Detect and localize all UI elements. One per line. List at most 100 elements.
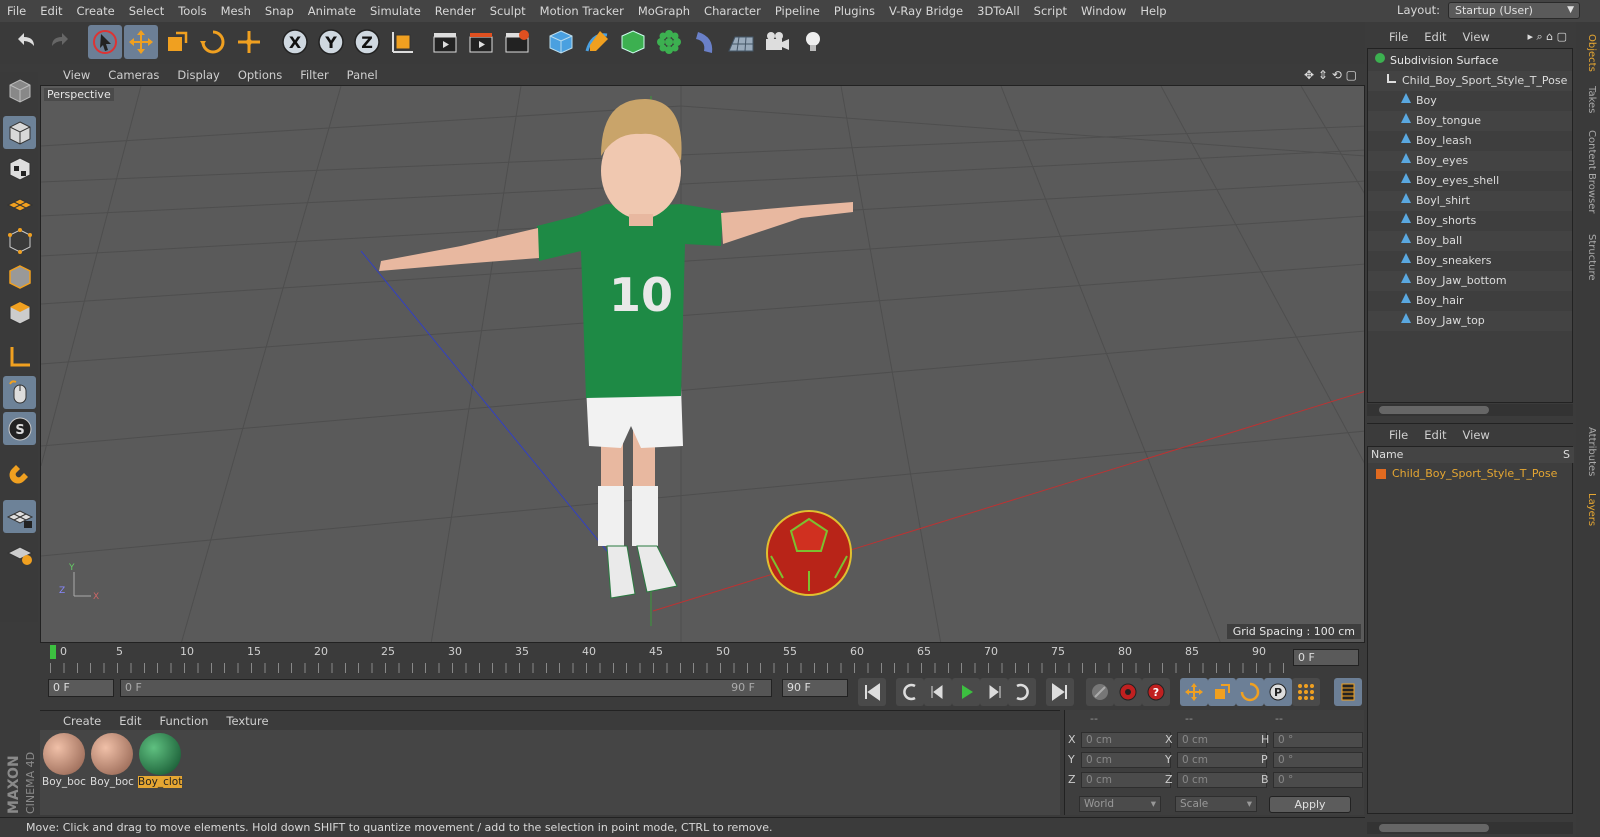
layer-col-name[interactable]: Name bbox=[1371, 448, 1403, 461]
menu-edit[interactable]: Edit bbox=[33, 4, 69, 18]
transform-tool-button[interactable] bbox=[232, 25, 266, 59]
vtab-content-browser[interactable]: Content Browser bbox=[1579, 122, 1597, 222]
material-swatch[interactable]: Boy_boc bbox=[42, 732, 86, 792]
rot-h-field[interactable]: 0 ° bbox=[1273, 732, 1363, 748]
3d-viewport[interactable]: 10 Y X Z Perspective Grid Spacing: 100 … bbox=[40, 85, 1365, 643]
object-menu-edit[interactable]: Edit bbox=[1416, 30, 1454, 44]
play-button[interactable] bbox=[952, 678, 980, 706]
tree-item-subdivision-surface[interactable]: Subdivision Surface bbox=[1368, 51, 1572, 71]
material-swatch[interactable]: Boy_boc bbox=[90, 732, 134, 792]
x-axis-button[interactable]: X bbox=[278, 25, 312, 59]
scrollbar-thumb[interactable] bbox=[1379, 406, 1489, 414]
next-frame-button[interactable] bbox=[980, 678, 1008, 706]
layer-col-s[interactable]: S bbox=[1563, 447, 1570, 463]
menu-script[interactable]: Script bbox=[1027, 4, 1074, 18]
vtab-structure[interactable]: Structure bbox=[1579, 227, 1597, 287]
menu-create[interactable]: Create bbox=[70, 4, 122, 18]
record-position-button[interactable] bbox=[1180, 678, 1208, 706]
redo-button[interactable] bbox=[44, 25, 78, 59]
vtab-layers[interactable]: Layers bbox=[1579, 488, 1597, 532]
menu-help[interactable]: Help bbox=[1133, 4, 1173, 18]
pos-x-field[interactable]: 0 cm bbox=[1081, 732, 1171, 748]
tree-item-object[interactable]: Boy_shorts bbox=[1368, 211, 1572, 231]
tree-item-object[interactable]: Boy bbox=[1368, 91, 1572, 111]
model-mode-button[interactable] bbox=[3, 116, 36, 149]
motion-record-button[interactable] bbox=[1086, 678, 1114, 706]
tree-item-object[interactable]: Boy_tongue bbox=[1368, 111, 1572, 131]
material-swatch[interactable]: Boy_clot bbox=[138, 732, 182, 792]
render-view-button[interactable] bbox=[428, 25, 462, 59]
layer-menu-file[interactable]: File bbox=[1381, 428, 1416, 442]
viewport-menu-cameras[interactable]: Cameras bbox=[99, 68, 168, 82]
live-selection-button[interactable] bbox=[88, 25, 122, 59]
object-toolbar-icons[interactable]: ▸ ⌕ ⌂ ▢ bbox=[1527, 30, 1567, 44]
menu-simulate[interactable]: Simulate bbox=[363, 4, 428, 18]
end-frame-field[interactable]: 90 F bbox=[782, 679, 848, 697]
polygons-mode-button[interactable] bbox=[3, 296, 36, 329]
add-array-button[interactable] bbox=[652, 25, 686, 59]
tree-item-object[interactable]: Boyl_shirt bbox=[1368, 191, 1572, 211]
object-menu-file[interactable]: File bbox=[1381, 30, 1416, 44]
menu-pipeline[interactable]: Pipeline bbox=[768, 4, 827, 18]
object-menu-view[interactable]: View bbox=[1455, 30, 1498, 44]
tree-item-object[interactable]: Boy_sneakers bbox=[1368, 251, 1572, 271]
timeline-ruler[interactable]: 0 5 10 15 20 25 30 35 40 45 50 55 60 65 … bbox=[40, 645, 1365, 673]
texture-mode-button[interactable] bbox=[3, 152, 36, 185]
playhead[interactable] bbox=[50, 645, 56, 659]
record-parameter-button[interactable]: P bbox=[1264, 678, 1292, 706]
add-light-button[interactable] bbox=[796, 25, 830, 59]
pos-z-field[interactable]: 0 cm bbox=[1081, 772, 1171, 788]
vtab-takes[interactable]: Takes bbox=[1579, 82, 1597, 118]
layer-row[interactable]: Child_Boy_Sport_Style_T_Pose bbox=[1368, 465, 1574, 483]
tree-item-object[interactable]: Boy_leash bbox=[1368, 131, 1572, 151]
menu-plugins[interactable]: Plugins bbox=[827, 4, 882, 18]
record-scale-button[interactable] bbox=[1208, 678, 1236, 706]
record-point-level-button[interactable] bbox=[1292, 678, 1320, 706]
tree-item-object[interactable]: Boy_eyes_shell bbox=[1368, 171, 1572, 191]
add-camera-button[interactable] bbox=[760, 25, 794, 59]
viewport-menu-options[interactable]: Options bbox=[229, 68, 291, 82]
tree-item-object[interactable]: Boy_hair bbox=[1368, 291, 1572, 311]
size-y-field[interactable]: 0 cm bbox=[1177, 752, 1267, 768]
solo-mode-button[interactable]: S bbox=[3, 412, 36, 445]
menu-animate[interactable]: Animate bbox=[301, 4, 363, 18]
object-horizontal-scrollbar[interactable] bbox=[1367, 404, 1573, 416]
add-floor-button[interactable] bbox=[724, 25, 758, 59]
material-menu-texture[interactable]: Texture bbox=[217, 714, 277, 728]
layer-menu-edit[interactable]: Edit bbox=[1416, 428, 1454, 442]
menu-file[interactable]: File bbox=[0, 4, 33, 18]
snapping-button[interactable] bbox=[3, 456, 36, 489]
add-deformer-button[interactable] bbox=[688, 25, 722, 59]
workplane-lock-button[interactable] bbox=[3, 500, 36, 533]
size-x-field[interactable]: 0 cm bbox=[1177, 732, 1267, 748]
coordinate-system-button[interactable] bbox=[386, 25, 420, 59]
tree-item-group[interactable]: Child_Boy_Sport_Style_T_Pose bbox=[1368, 71, 1572, 91]
vtab-attributes[interactable]: Attributes bbox=[1579, 422, 1597, 482]
undo-button[interactable] bbox=[8, 25, 42, 59]
viewport-menu-view[interactable]: View bbox=[54, 68, 99, 82]
rotate-tool-button[interactable] bbox=[196, 25, 230, 59]
menu-sculpt[interactable]: Sculpt bbox=[483, 4, 533, 18]
frame-range-slider[interactable]: 0 F 90 F bbox=[120, 679, 772, 697]
workplane-settings-button[interactable] bbox=[3, 536, 36, 569]
z-axis-button[interactable]: Z bbox=[350, 25, 384, 59]
y-axis-button[interactable]: Y bbox=[314, 25, 348, 59]
menu-render[interactable]: Render bbox=[428, 4, 483, 18]
scale-select[interactable]: Scale ▾ bbox=[1175, 796, 1257, 812]
menu-tools[interactable]: Tools bbox=[171, 4, 213, 18]
edges-mode-button[interactable] bbox=[3, 260, 36, 293]
add-generator-button[interactable] bbox=[616, 25, 650, 59]
vtab-objects[interactable]: Objects bbox=[1579, 28, 1597, 78]
tree-item-object[interactable]: Boy_ball bbox=[1368, 231, 1572, 251]
render-settings-button[interactable] bbox=[500, 25, 534, 59]
menu-character[interactable]: Character bbox=[697, 4, 768, 18]
go-to-end-button[interactable] bbox=[1046, 678, 1074, 706]
layer-horizontal-scrollbar[interactable] bbox=[1367, 822, 1573, 834]
material-menu-create[interactable]: Create bbox=[54, 714, 110, 728]
previous-key-button[interactable] bbox=[896, 678, 924, 706]
scale-tool-button[interactable] bbox=[160, 25, 194, 59]
record-active-objects-button[interactable] bbox=[1114, 678, 1142, 706]
menu-select[interactable]: Select bbox=[122, 4, 171, 18]
viewport-menu-panel[interactable]: Panel bbox=[338, 68, 387, 82]
move-tool-button[interactable] bbox=[124, 25, 158, 59]
